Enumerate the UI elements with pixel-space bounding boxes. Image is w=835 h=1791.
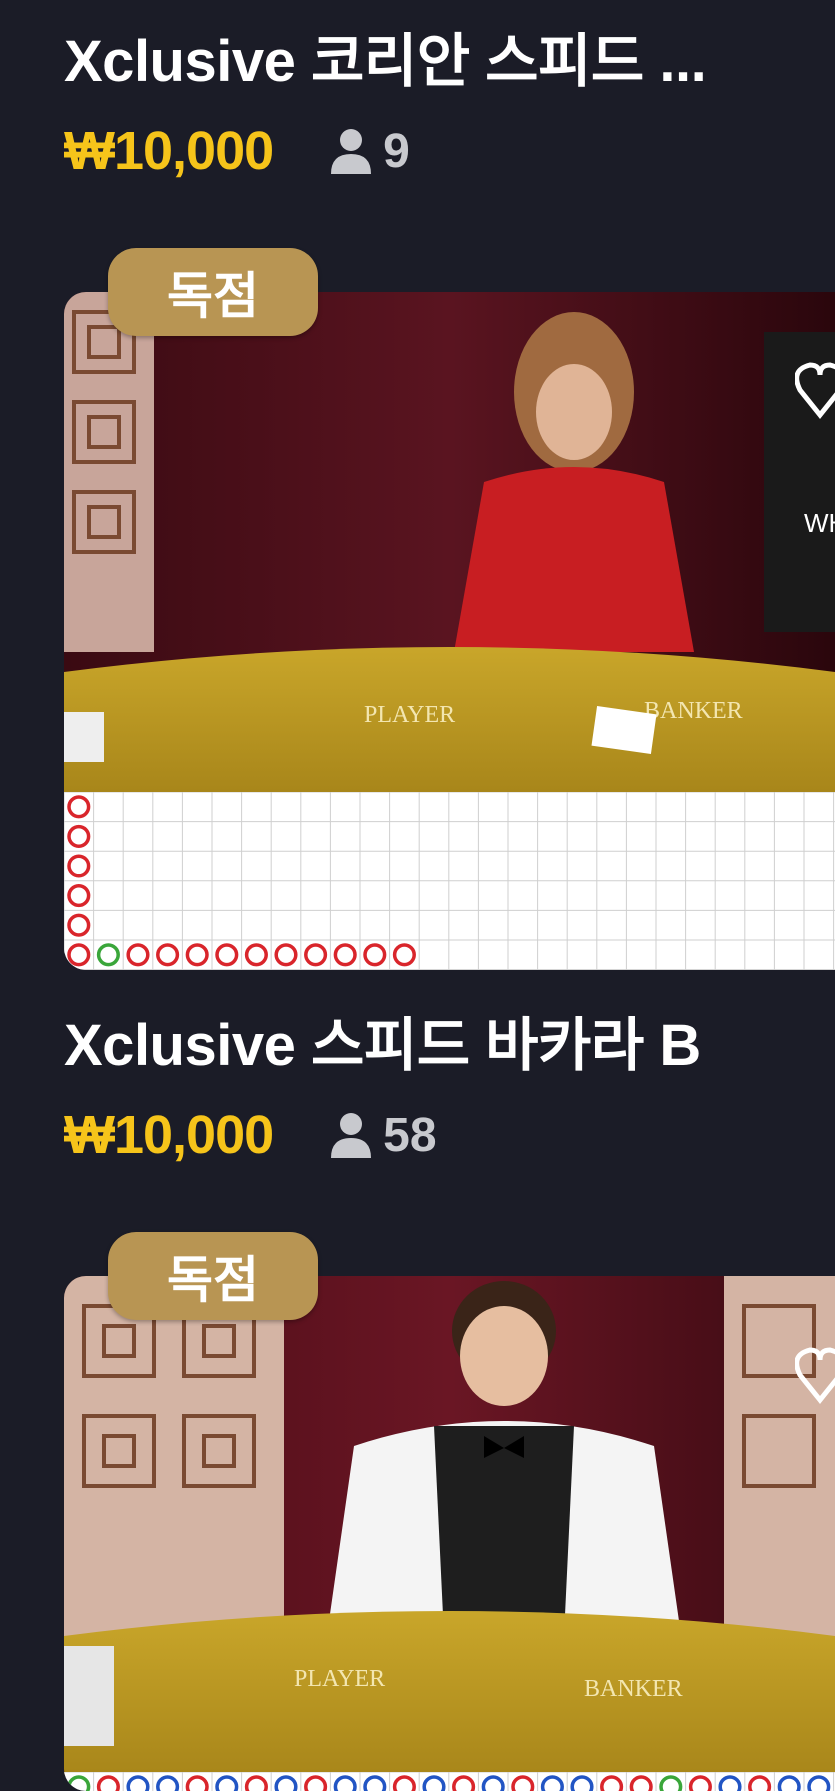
bead-road (64, 1772, 835, 1791)
bead (392, 1775, 416, 1791)
bead (126, 1775, 150, 1791)
bead (659, 1775, 683, 1791)
min-bet-price: ₩10,000 (64, 1105, 274, 1165)
bead (392, 943, 416, 967)
bead (422, 1775, 446, 1791)
bead (777, 1775, 801, 1791)
heart-icon[interactable] (795, 360, 835, 420)
player-count-value: 9 (383, 124, 410, 178)
user-icon (331, 129, 372, 174)
bead (156, 943, 180, 967)
bead (67, 795, 91, 819)
table-label-banker: BANKER (644, 698, 743, 724)
player-count: 58 (329, 1108, 437, 1163)
game-meta: ₩10,000 58 (64, 1104, 437, 1166)
bead (304, 1775, 328, 1791)
bead (333, 943, 357, 967)
bead-road (64, 792, 835, 970)
bead (807, 1775, 831, 1791)
bead (540, 1775, 564, 1791)
bead (363, 943, 387, 967)
bead (600, 1775, 624, 1791)
bead (244, 1775, 268, 1791)
bead (67, 943, 91, 967)
bead (215, 1775, 239, 1791)
bead (67, 1775, 91, 1791)
bead (481, 1775, 505, 1791)
game-title[interactable]: Xclusive 코리안 스피드 ... (64, 14, 804, 98)
game-thumbnail[interactable]: WH PLAYER BANKER (64, 292, 835, 970)
bead (629, 1775, 653, 1791)
bead (185, 1775, 209, 1791)
bead (96, 1775, 120, 1791)
player-count: 9 (329, 124, 410, 179)
bead (215, 943, 239, 967)
player-count-value: 58 (383, 1108, 437, 1162)
bead (274, 943, 298, 967)
bead (185, 943, 209, 967)
exclusive-badge: 독점 (108, 248, 318, 336)
bead (363, 1775, 387, 1791)
bead (718, 1775, 742, 1791)
table-label-player: PLAYER (294, 1666, 385, 1692)
bead (304, 943, 328, 967)
bead (96, 943, 120, 967)
bead (67, 824, 91, 848)
bead (67, 884, 91, 908)
bead (126, 943, 150, 967)
table-label-player: PLAYER (364, 702, 455, 728)
bead (688, 1775, 712, 1791)
bead (511, 1775, 535, 1791)
game-title[interactable]: Xclusive 스피드 바카라 B (64, 998, 804, 1082)
game-meta: ₩10,000 9 (64, 120, 410, 182)
bead (67, 854, 91, 878)
dealer-video: PLAYER BANKER (64, 1276, 835, 1776)
heart-icon[interactable] (795, 1345, 835, 1405)
exclusive-badge: 독점 (108, 1232, 318, 1320)
game-thumbnail[interactable]: PLAYER BANKER (64, 1276, 835, 1791)
bead (244, 943, 268, 967)
dealer-video: WH PLAYER BANKER (64, 292, 835, 792)
bead (274, 1775, 298, 1791)
bead (333, 1775, 357, 1791)
svg-text:WH: WH (804, 508, 835, 538)
table-label-banker: BANKER (584, 1676, 683, 1702)
bead (570, 1775, 594, 1791)
bead (748, 1775, 772, 1791)
min-bet-price: ₩10,000 (64, 121, 274, 181)
bead (67, 913, 91, 937)
bead (156, 1775, 180, 1791)
bead (452, 1775, 476, 1791)
user-icon (331, 1113, 372, 1158)
